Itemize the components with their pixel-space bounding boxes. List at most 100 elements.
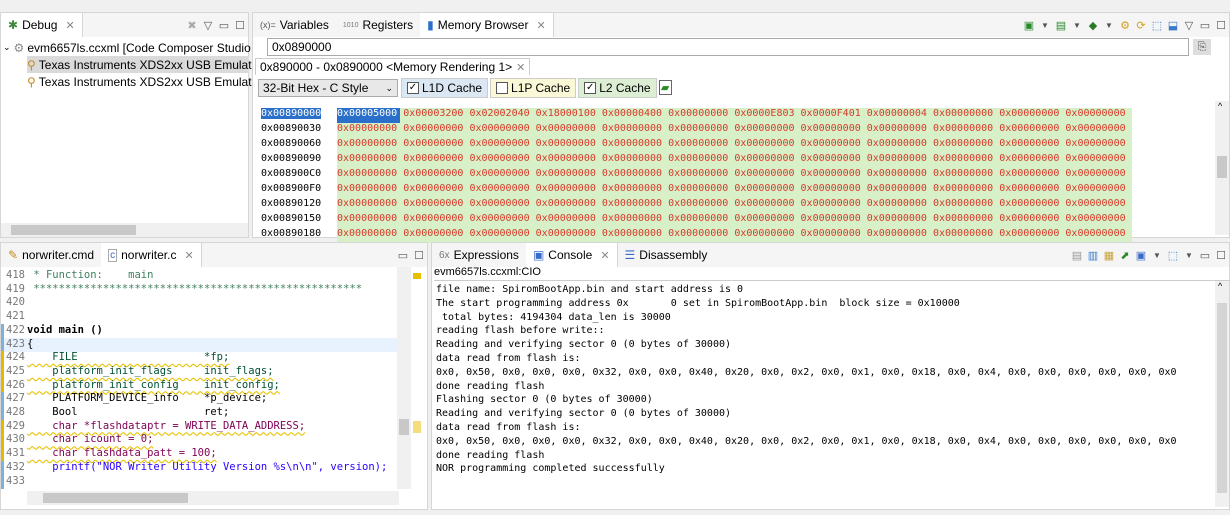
remove-terminated-icon[interactable]: ✖	[184, 17, 200, 33]
memory-word[interactable]: 0x00000000	[801, 213, 864, 228]
memory-word[interactable]: 0x00000000	[602, 153, 665, 168]
memory-word[interactable]: 0x00000000	[536, 228, 599, 243]
tab-debug[interactable]: ✱ Debug ✕	[1, 13, 83, 37]
memory-word[interactable]: 0x00000000	[801, 183, 864, 198]
memory-word[interactable]: 0x00000000	[536, 198, 599, 213]
memory-word[interactable]: 0x00000000	[867, 168, 930, 183]
memory-word[interactable]: 0x00000000	[337, 153, 400, 168]
memory-word[interactable]: 0x00000000	[801, 153, 864, 168]
memory-row[interactable]: 0x008900C0 0x00000000 0x00000000 0x00000000…	[259, 168, 1132, 183]
memory-word[interactable]: 0x00000000	[668, 198, 731, 213]
tab-variables[interactable]: (x)= Variables	[253, 13, 336, 37]
code-line[interactable]: 426 platform_init_config init_config;	[1, 378, 399, 393]
memory-word[interactable]: 0x00000000	[668, 168, 731, 183]
display-console-icon[interactable]: ▣	[1133, 247, 1149, 263]
memory-word[interactable]: 0x00000000	[1065, 168, 1128, 183]
memory-word[interactable]: 0x00000400	[602, 108, 665, 123]
memory-word[interactable]: 0x00000000	[999, 123, 1062, 138]
dropdown-icon[interactable]: ▼	[1037, 17, 1053, 33]
memory-word[interactable]: 0x0000F401	[801, 108, 864, 123]
close-icon[interactable]: ✕	[65, 19, 74, 32]
memory-word[interactable]: 0x00000000	[933, 183, 996, 198]
memory-word[interactable]: 0x00000000	[403, 138, 466, 153]
minimize-icon[interactable]: ▭	[216, 17, 232, 33]
memory-word[interactable]: 0x00000000	[734, 168, 797, 183]
tab-expressions[interactable]: 6x Expressions	[432, 243, 526, 267]
memory-row[interactable]: 0x00890090 0x00000000 0x00000000 0x00000000…	[259, 153, 1132, 168]
memory-word[interactable]: 0x00000000	[337, 168, 400, 183]
memory-word[interactable]: 0x00000000	[801, 228, 864, 243]
memory-row[interactable]: 0x00890180 0x00000000 0x00000000 0x00000000…	[259, 228, 1132, 243]
memory-word[interactable]: 0x00000000	[1065, 213, 1128, 228]
tab-disassembly[interactable]: ☰ Disassembly	[618, 243, 715, 267]
dropdown-icon[interactable]: ▼	[1149, 247, 1165, 263]
new-console-icon[interactable]: ⬚	[1165, 247, 1181, 263]
memory-word[interactable]: 0x00000000	[999, 198, 1062, 213]
memory-word[interactable]: 0x00000000	[668, 228, 731, 243]
memory-word[interactable]: 0x00000000	[801, 138, 864, 153]
pin-console-icon[interactable]: ⬈	[1117, 247, 1133, 263]
memory-word[interactable]: 0x00000000	[668, 183, 731, 198]
memory-word[interactable]: 0x02002040	[469, 108, 532, 123]
memory-word[interactable]: 0x00000000	[403, 228, 466, 243]
memory-word[interactable]: 0x00000000	[403, 153, 466, 168]
dropdown-icon[interactable]: ▼	[1069, 17, 1085, 33]
code-line[interactable]: 433	[1, 474, 399, 489]
memory-word[interactable]: 0x00000000	[602, 183, 665, 198]
memory-row[interactable]: 0x00890120 0x00000000 0x00000000 0x00000000…	[259, 198, 1132, 213]
minimize-icon[interactable]: ▭	[1197, 247, 1213, 263]
tab-console[interactable]: ▣ Console ✕	[525, 243, 618, 267]
chevron-down-icon[interactable]: ⌄	[3, 42, 11, 53]
close-icon[interactable]: ✕	[536, 19, 545, 32]
memory-word[interactable]: 0x00003200	[403, 108, 466, 123]
close-icon[interactable]: ✕	[184, 249, 193, 262]
code-line[interactable]: 423{	[1, 337, 399, 352]
tree-item-emulator-1[interactable]: ⚲ Texas Instruments XDS2xx USB Emulator_…	[27, 73, 276, 90]
memory-word[interactable]: 0x00000000	[801, 123, 864, 138]
l1d-cache-checkbox[interactable]: ✓ L1D Cache	[401, 78, 489, 98]
clear-console-icon[interactable]: ▤	[1069, 247, 1085, 263]
refresh-icon[interactable]: ⟳	[1133, 17, 1149, 33]
memory-word[interactable]: 0x00000000	[536, 213, 599, 228]
tab-memory-browser[interactable]: ▮ Memory Browser ✕	[420, 13, 554, 37]
memory-word[interactable]: 0x00000000	[1065, 153, 1128, 168]
maximize-icon[interactable]: ☐	[411, 247, 427, 263]
memory-word[interactable]: 0x00000000	[999, 183, 1062, 198]
rendering-tab[interactable]: 0x890000 - 0x0890000 <Memory Rendering 1…	[255, 58, 531, 75]
memory-row[interactable]: 0x00890030 0x00000000 0x00000000 0x00000000…	[259, 123, 1132, 138]
word-wrap-icon[interactable]: ▦	[1101, 247, 1117, 263]
memory-row[interactable]: 0x00890150 0x00000000 0x00000000 0x00000000…	[259, 213, 1132, 228]
memory-word[interactable]: 0x00000000	[999, 168, 1062, 183]
memory-word[interactable]: 0x00000000	[668, 213, 731, 228]
memory-word[interactable]: 0x00000000	[867, 138, 930, 153]
memory-word[interactable]: 0x00000000	[668, 108, 731, 123]
memory-row[interactable]: 0x00890000 0x00005000 0x00003200 0x02002040…	[259, 108, 1132, 123]
memory-word[interactable]: 0x00000000	[469, 168, 532, 183]
memory-word[interactable]: 0x00000000	[867, 153, 930, 168]
memory-word[interactable]: 0x00000000	[867, 228, 930, 243]
code-line[interactable]: 427 PLATFORM_DEVICE_info *p_device;	[1, 392, 399, 407]
memory-word[interactable]: 0x00000000	[999, 153, 1062, 168]
memory-word[interactable]: 0x00000000	[933, 153, 996, 168]
go-icon[interactable]: ⎘	[1193, 39, 1211, 55]
address-input[interactable]	[267, 38, 1189, 56]
code-line[interactable]: 418 * Function: main	[1, 269, 399, 283]
memory-word[interactable]: 0x0000E803	[734, 108, 797, 123]
memory-word[interactable]: 0x00000000	[337, 183, 400, 198]
memory-word[interactable]: 0x00005000	[337, 108, 401, 123]
pin-icon[interactable]: ⬓	[1165, 17, 1181, 33]
memory-word[interactable]: 0x00000000	[1065, 198, 1128, 213]
memory-word[interactable]: 0x00000000	[668, 153, 731, 168]
memory-word[interactable]: 0x00000000	[867, 183, 930, 198]
horizontal-scrollbar[interactable]	[27, 491, 399, 505]
code-line[interactable]: 422 void main ()	[1, 323, 399, 338]
memory-word[interactable]: 0x00000000	[999, 213, 1062, 228]
memory-word[interactable]: 0x00000000	[668, 138, 731, 153]
memory-word[interactable]: 0x00000000	[734, 138, 797, 153]
memory-word[interactable]: 0x00000000	[536, 123, 599, 138]
l1p-cache-checkbox[interactable]: L1P Cache	[490, 78, 577, 98]
memory-word[interactable]: 0x00000000	[801, 198, 864, 213]
tab-norwriter-c[interactable]: c norwriter.c ✕	[101, 243, 202, 267]
scroll-lock-icon[interactable]: ▥	[1085, 247, 1101, 263]
memory-word[interactable]: 0x00000000	[734, 198, 797, 213]
